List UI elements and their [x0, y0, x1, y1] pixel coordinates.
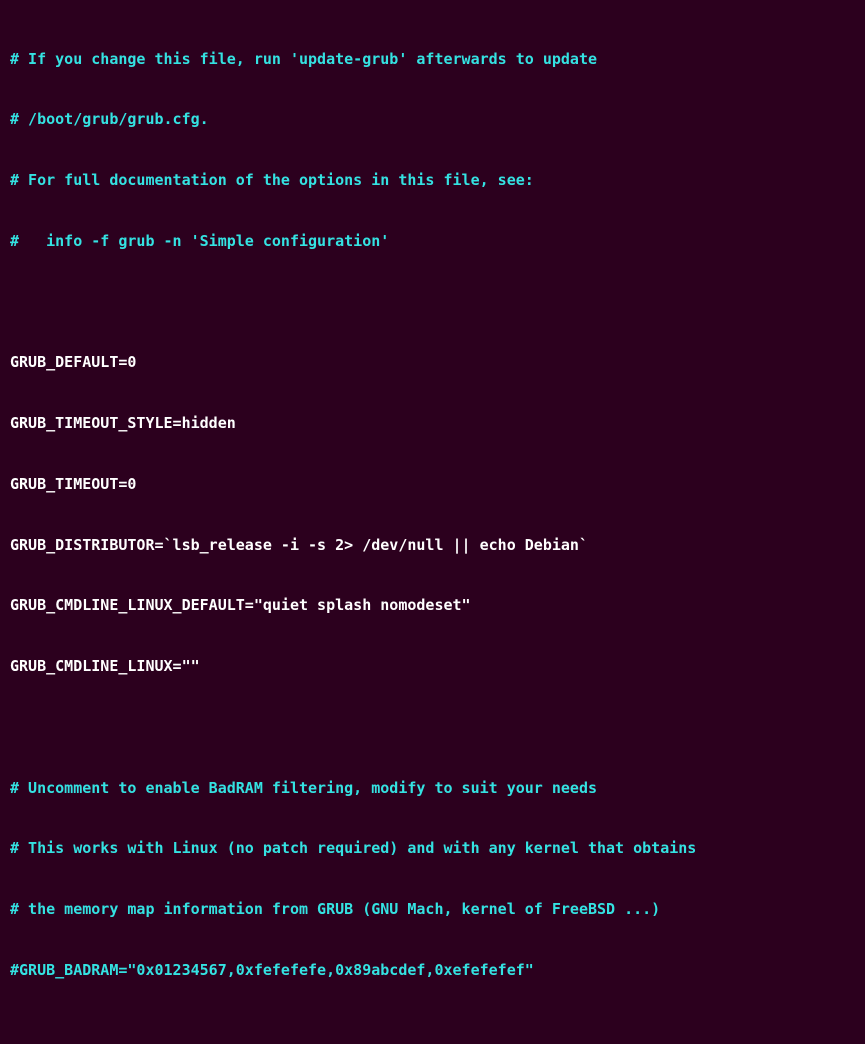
blank-line: [10, 1021, 855, 1041]
comment-line: # Uncomment to enable BadRAM filtering, …: [10, 778, 855, 798]
comment-line: # the memory map information from GRUB (…: [10, 899, 855, 919]
config-line: GRUB_DEFAULT=0: [10, 352, 855, 372]
blank-line: [10, 292, 855, 312]
comment-line: #GRUB_BADRAM="0x01234567,0xfefefefe,0x89…: [10, 960, 855, 980]
comment-line: # info -f grub -n 'Simple configuration': [10, 231, 855, 251]
config-line: GRUB_CMDLINE_LINUX_DEFAULT="quiet splash…: [10, 595, 855, 615]
terminal-output[interactable]: # If you change this file, run 'update-g…: [10, 8, 855, 1044]
comment-line: # This works with Linux (no patch requir…: [10, 838, 855, 858]
config-line: GRUB_TIMEOUT=0: [10, 474, 855, 494]
comment-line: # /boot/grub/grub.cfg.: [10, 109, 855, 129]
config-line: GRUB_DISTRIBUTOR=`lsb_release -i -s 2> /…: [10, 535, 855, 555]
comment-line: # If you change this file, run 'update-g…: [10, 49, 855, 69]
blank-line: [10, 717, 855, 737]
config-line: GRUB_TIMEOUT_STYLE=hidden: [10, 413, 855, 433]
config-line: GRUB_CMDLINE_LINUX="": [10, 656, 855, 676]
comment-line: # For full documentation of the options …: [10, 170, 855, 190]
